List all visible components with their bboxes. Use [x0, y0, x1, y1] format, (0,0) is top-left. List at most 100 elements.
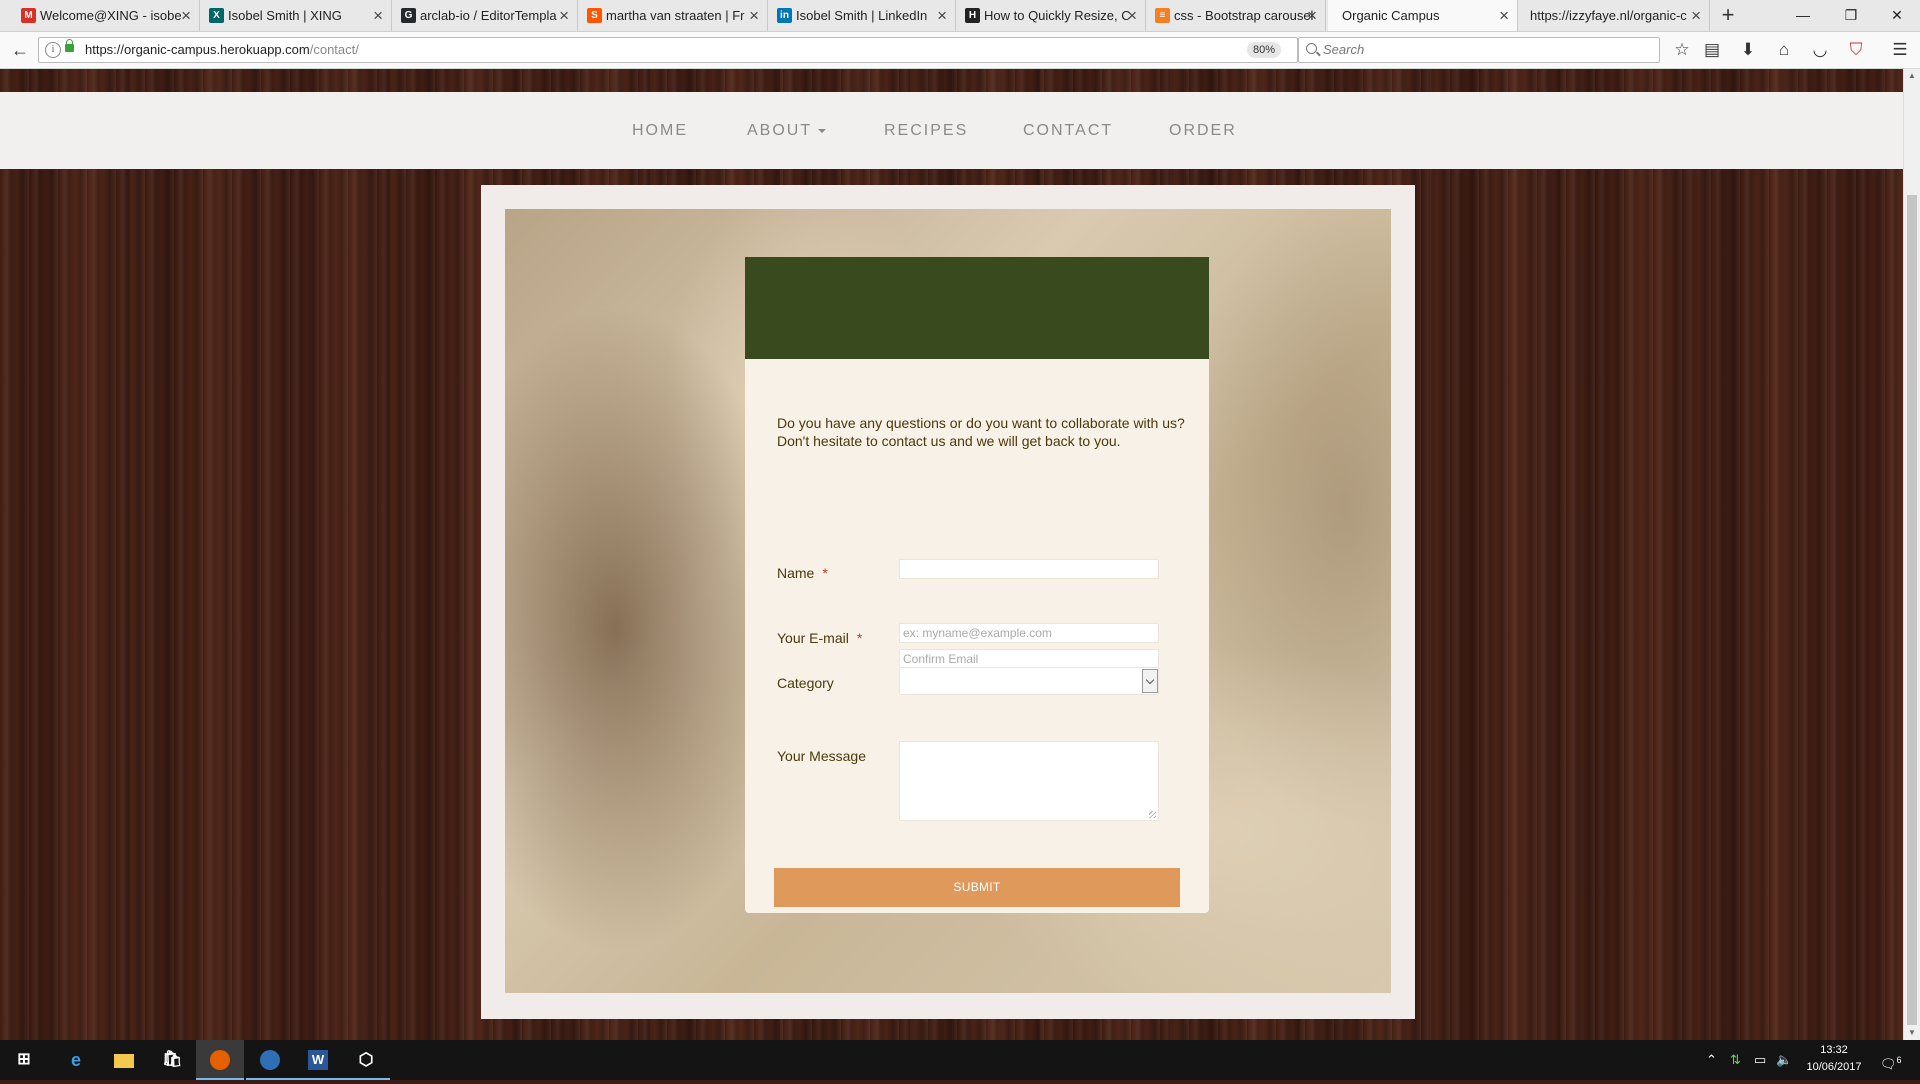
category-label: Category: [777, 675, 834, 691]
notification-count: 6: [1896, 1055, 1902, 1065]
search-icon: [1306, 43, 1317, 54]
email-input[interactable]: ex: myname@example.com: [899, 623, 1159, 643]
close-window-button[interactable]: ✕: [1874, 0, 1920, 31]
stackoverflow-icon: ≡: [1155, 8, 1170, 23]
taskbar-app-active[interactable]: [196, 1040, 244, 1080]
start-button[interactable]: ⊞: [0, 1040, 48, 1080]
required-marker: *: [822, 565, 828, 581]
nav-about-link[interactable]: ABOUT: [747, 92, 827, 169]
battery-icon[interactable]: ▭: [1754, 1040, 1766, 1080]
action-center-icon[interactable]: 🗨6: [1880, 1040, 1902, 1080]
message-textarea[interactable]: [899, 741, 1159, 821]
browser-tab[interactable]: M Welcome@XING - isobe ×: [14, 0, 200, 31]
gmail-icon: M: [21, 8, 36, 23]
tab-close-icon[interactable]: ×: [1307, 0, 1317, 31]
email-label-text: Your E-mail: [777, 630, 849, 646]
bookmark-star-icon[interactable]: ☆: [1668, 36, 1696, 64]
start-icon: ⊞: [17, 1051, 31, 1068]
taskbar-app[interactable]: [246, 1040, 294, 1080]
show-hidden-icons[interactable]: ⌃: [1706, 1040, 1717, 1080]
browser-tab[interactable]: in Isobel Smith | LinkedIn ×: [770, 0, 956, 31]
nav-order-link[interactable]: ORDER: [1169, 92, 1237, 169]
nav-contact-link[interactable]: CONTACT: [1023, 92, 1113, 169]
tab-close-icon[interactable]: ×: [937, 0, 947, 31]
form-intro-text: Do you have any questions or do you want…: [777, 415, 1185, 449]
system-clock[interactable]: 13:32 10/06/2017: [1802, 1042, 1866, 1076]
tab-title: Isobel Smith | XING: [228, 8, 342, 23]
tab-title: martha van straaten | Fr: [606, 8, 745, 23]
browser-tab[interactable]: G arclab-io / EditorTempla ×: [394, 0, 578, 31]
tab-close-icon[interactable]: ×: [749, 0, 759, 31]
tab-close-icon[interactable]: ×: [1127, 0, 1137, 31]
tab-close-icon[interactable]: ×: [373, 0, 383, 31]
store-icon: 🛍: [162, 1051, 183, 1068]
category-select[interactable]: [899, 667, 1159, 695]
browser-tab[interactable]: ≡ css - Bootstrap carousel ×: [1148, 0, 1326, 31]
back-button[interactable]: ←: [6, 36, 34, 64]
contact-form-card: Do you have any questions or do you want…: [745, 257, 1209, 913]
library-icon[interactable]: ▤: [1698, 36, 1726, 64]
nav-recipes-link[interactable]: RECIPES: [884, 92, 968, 169]
url-text[interactable]: https://organic-campus.herokuapp.com/con…: [85, 38, 359, 62]
content-frame: Do you have any questions or do you want…: [481, 185, 1415, 1019]
download-icon[interactable]: ⬇: [1734, 36, 1762, 64]
tab-title: css - Bootstrap carousel: [1174, 8, 1314, 23]
taskbar-app[interactable]: 🛍: [148, 1040, 196, 1080]
new-tab-button[interactable]: +: [1716, 0, 1740, 31]
address-bar[interactable]: i https://organic-campus.herokuapp.com/c…: [38, 37, 1316, 63]
required-marker: *: [856, 630, 863, 646]
info-icon[interactable]: i: [45, 42, 61, 58]
vertical-scrollbar[interactable]: ▲ ▼: [1903, 69, 1920, 1040]
xing-icon: X: [209, 8, 224, 23]
taskbar-app[interactable]: W: [294, 1040, 342, 1080]
confirm-email-input[interactable]: Confirm Email: [899, 649, 1159, 669]
windows-taskbar: ⊞ e 🛍 W ⬡ ⌃ ⇅ ▭ 🔈 13:32 10/06/2017 🗨6: [0, 1040, 1920, 1080]
url-host: https://organic-campus.herokuapp.com: [85, 42, 310, 57]
scrollbar-thumb[interactable]: [1907, 195, 1917, 1025]
message-label: Your Message: [777, 748, 866, 764]
submit-button[interactable]: SUBMIT: [774, 868, 1180, 907]
thunderbird-icon: [260, 1050, 280, 1070]
tab-close-icon[interactable]: ×: [181, 0, 191, 31]
site-navigation: HOME ABOUT RECIPES CONTACT ORDER: [0, 92, 1903, 169]
scroll-down-icon[interactable]: ▼: [1904, 1026, 1920, 1040]
browser-tab-active[interactable]: Organic Campus ×: [1328, 0, 1518, 31]
sync-icon[interactable]: ⇅: [1730, 1040, 1741, 1080]
url-path: /contact/: [309, 42, 359, 57]
name-label: Name *: [777, 565, 828, 581]
edge-icon: e: [70, 1050, 81, 1070]
browser-tab[interactable]: X Isobel Smith | XING ×: [202, 0, 392, 31]
pocket-icon[interactable]: ◡: [1806, 36, 1834, 64]
taskbar-app[interactable]: e: [52, 1040, 100, 1080]
browser-tab[interactable]: S martha van straaten | Fr ×: [580, 0, 768, 31]
menu-icon[interactable]: ☰: [1886, 36, 1914, 64]
name-input[interactable]: [899, 559, 1159, 579]
taskbar-app[interactable]: ⬡: [342, 1040, 390, 1080]
tab-close-icon[interactable]: ×: [1499, 0, 1509, 31]
form-header-banner: [745, 257, 1209, 359]
caret-down-icon: [818, 128, 827, 133]
volume-icon[interactable]: 🔈: [1776, 1040, 1792, 1080]
search-bar[interactable]: Search: [1298, 37, 1660, 63]
nav-home-link[interactable]: HOME: [632, 92, 688, 169]
htg-icon: H: [965, 8, 980, 23]
chevron-down-icon[interactable]: [1142, 669, 1158, 693]
taskbar-app[interactable]: [100, 1040, 148, 1080]
clock-date: 10/06/2017: [1806, 1061, 1862, 1073]
clock-time: 13:32: [1820, 1044, 1848, 1056]
shield-icon[interactable]: ⛉: [1842, 36, 1870, 64]
soundcloud-icon: S: [587, 8, 602, 23]
browser-tab[interactable]: https://izzyfaye.nl/organic-c ×: [1520, 0, 1710, 31]
lock-icon: [65, 39, 74, 52]
tab-close-icon[interactable]: ×: [559, 0, 569, 31]
restore-button[interactable]: ❐: [1828, 0, 1874, 31]
tab-title: Welcome@XING - isobe: [40, 8, 182, 23]
browser-tab[interactable]: H How to Quickly Resize, C ×: [958, 0, 1146, 31]
scroll-up-icon[interactable]: ▲: [1904, 69, 1920, 83]
zoom-level-badge[interactable]: 80%: [1247, 42, 1282, 58]
minimize-button[interactable]: —: [1780, 0, 1826, 31]
name-label-text: Name: [777, 565, 815, 581]
tab-close-icon[interactable]: ×: [1691, 0, 1701, 31]
home-icon[interactable]: ⌂: [1770, 36, 1798, 64]
resize-grip-icon[interactable]: [1149, 811, 1156, 818]
